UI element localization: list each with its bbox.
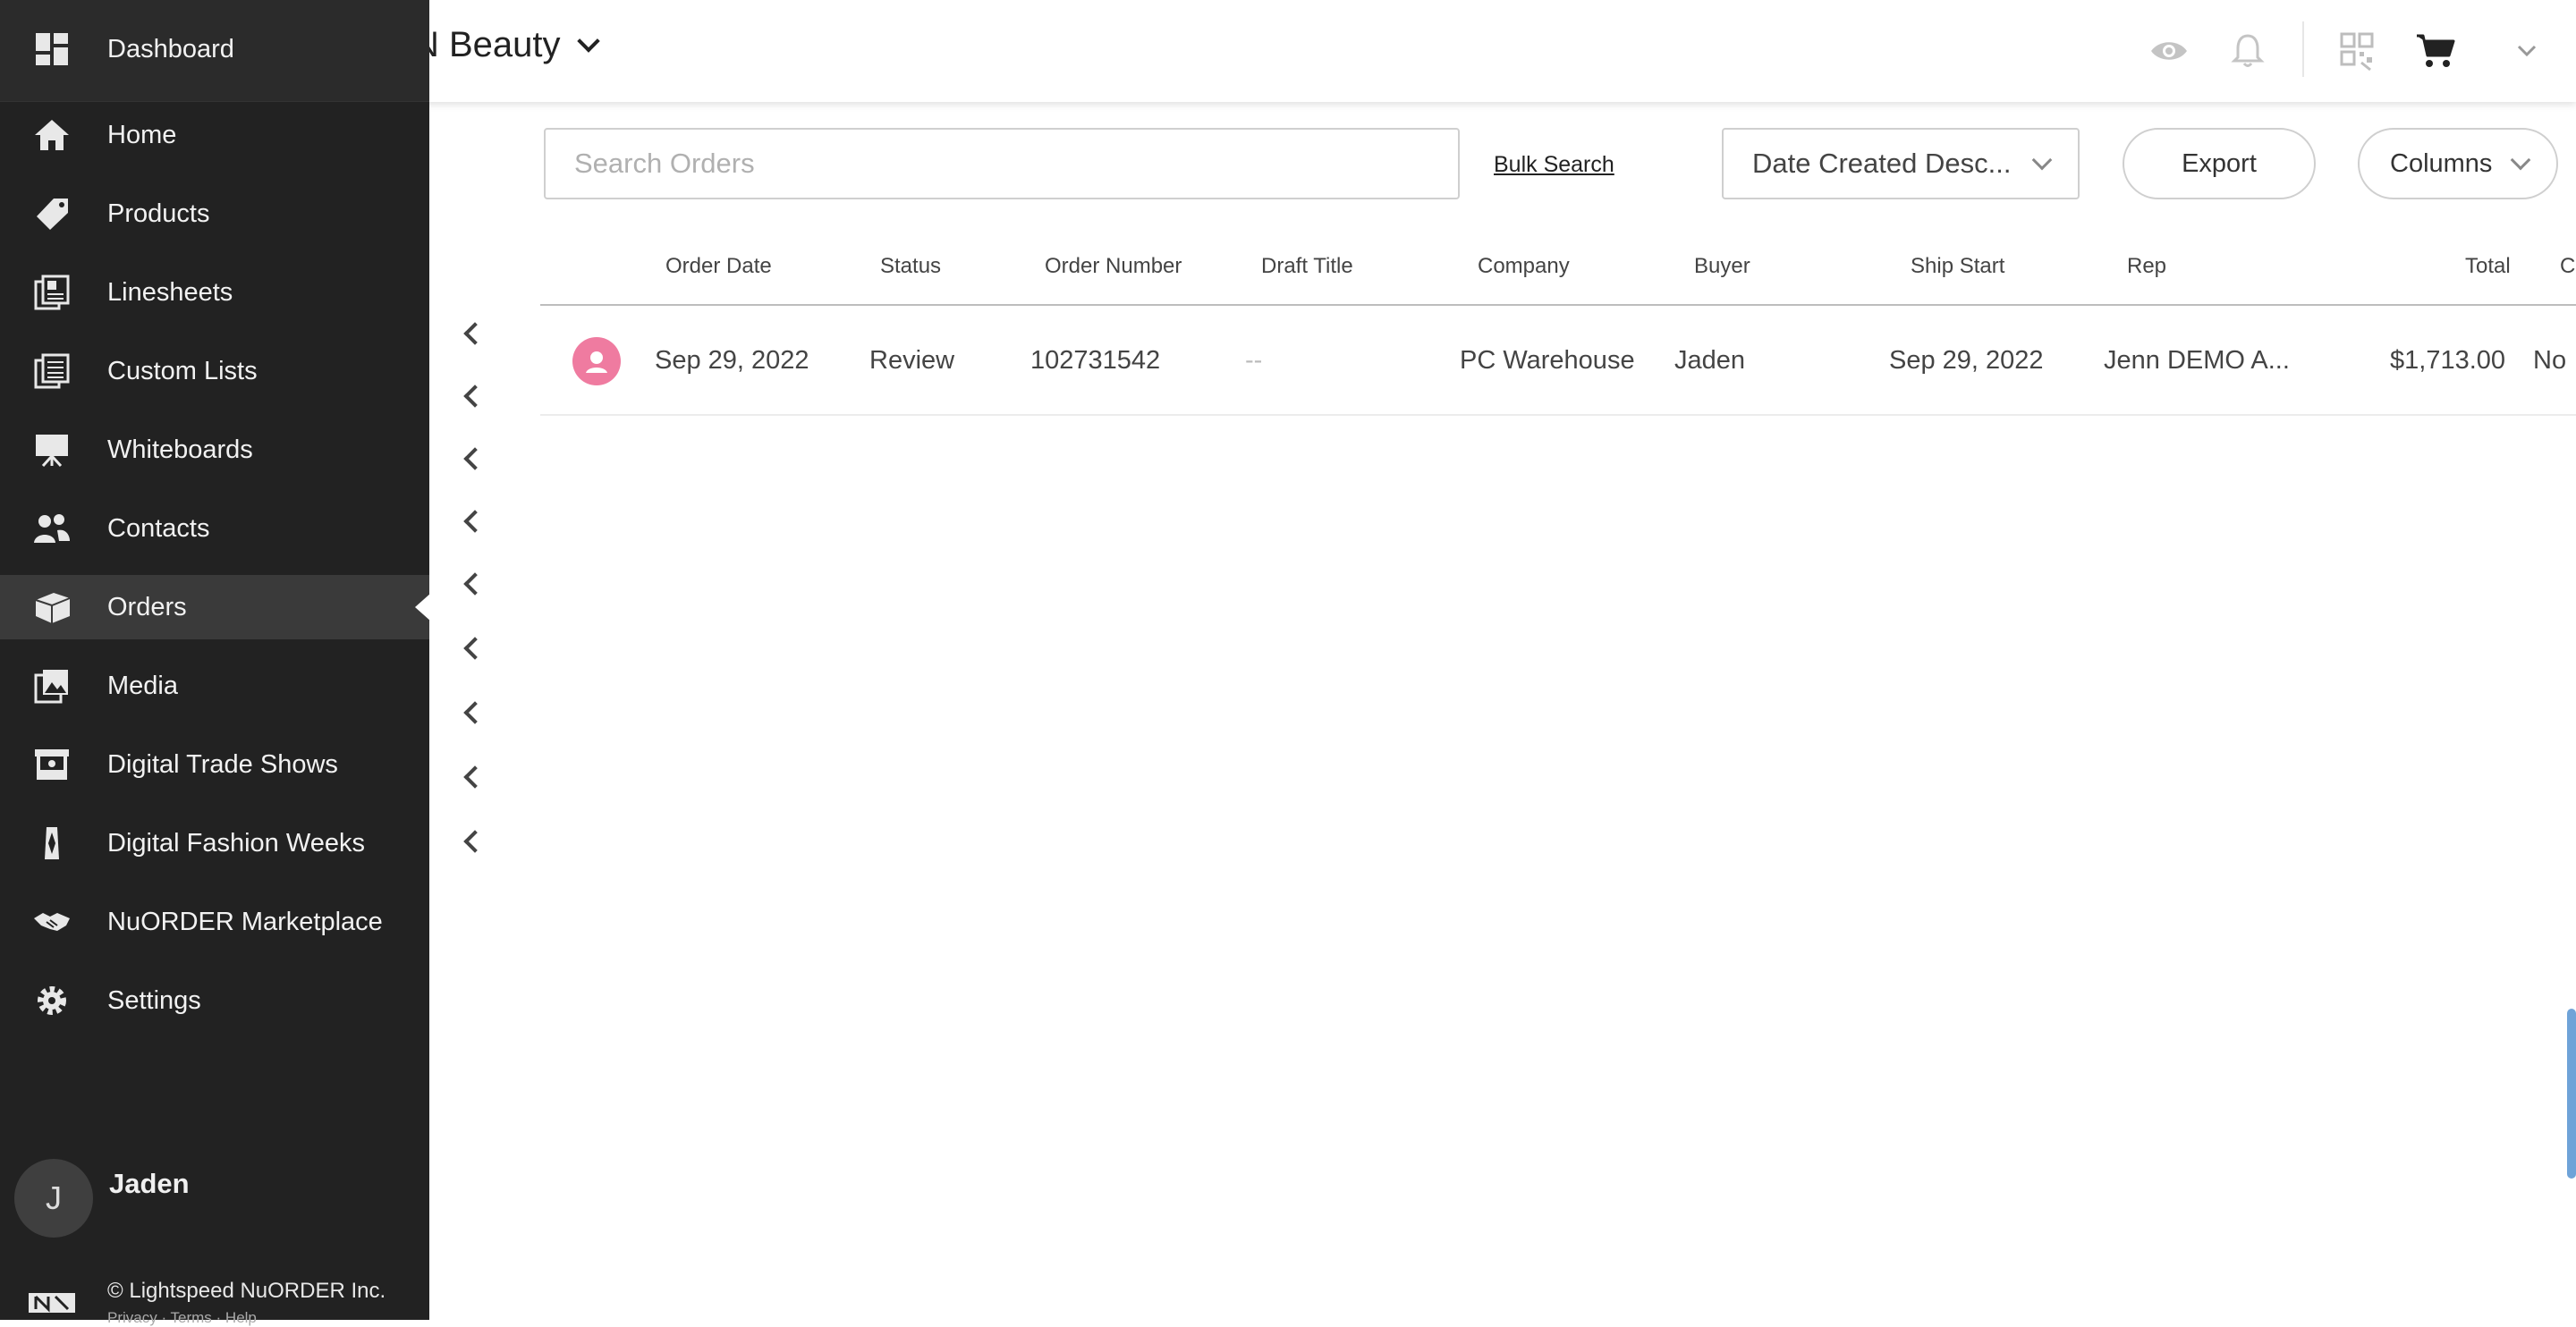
handshake-icon [34,913,70,931]
sidebar-item-label: Custom Lists [107,356,258,385]
sidebar-item-label: Settings [107,985,201,1015]
home-icon [35,120,69,150]
column-header-draft-title[interactable]: Draft Title [1261,254,1353,279]
copyright-text: © Lightspeed NuORDER Inc. [107,1279,386,1303]
sidebar-item-nuorder-marketplace[interactable]: NuORDER Marketplace [0,890,429,954]
contacts-icon [34,514,70,543]
sidebar-item-linesheets[interactable]: Linesheets [0,260,429,325]
linesheet-icon [34,275,70,310]
chevron-left-icon[interactable] [463,830,487,853]
sidebar-item-label: Contacts [107,513,210,543]
cell-ship-start: Sep 29, 2022 [1889,346,2044,375]
box-icon [35,593,71,623]
chevron-down-icon[interactable] [576,29,600,53]
sidebar-item-label: Media [107,671,178,700]
columns-button[interactable]: Columns [2358,128,2558,199]
sidebar-item-custom-lists[interactable]: Custom Lists [0,339,429,403]
sidebar-item-dashboard[interactable]: Dashboard [0,17,429,81]
sidebar-item-label: Home [107,120,177,149]
chevron-down-icon [2510,149,2531,171]
columns-label: Columns [2390,148,2493,178]
chevron-left-icon[interactable] [463,701,487,724]
cell-extra: No [2533,346,2567,375]
column-header-total[interactable]: Total [2465,254,2511,279]
cell-total: $1,713.00 [2390,346,2506,375]
bulk-search-link[interactable]: Bulk Search [1494,152,1614,178]
account-chevron-down-icon[interactable] [2506,30,2547,72]
sidebar-item-label: Dashboard [107,34,234,63]
media-icon [34,670,68,704]
tag-icon [37,199,68,230]
user-icon [586,351,607,373]
scrollbar-thumb[interactable] [2567,1009,2576,1179]
cell-rep: Jenn DEMO A... [2104,346,2290,375]
cell-order-date: Sep 29, 2022 [655,346,809,375]
chevron-left-icon[interactable] [463,447,487,470]
orders-table-header: Order Date Status Order Number Draft Tit… [540,240,2576,306]
cell-status: Review [869,346,955,375]
nuorder-logo-icon [29,1293,75,1313]
user-name[interactable]: Jaden [109,1168,190,1200]
eye-icon[interactable] [2148,30,2190,72]
chevron-left-icon[interactable] [463,637,487,660]
sidebar-item-products[interactable]: Products [0,182,429,246]
dress-icon [45,827,59,859]
sidebar-item-home[interactable]: Home [0,103,429,167]
legal-links[interactable]: Privacy · Terms · Help [107,1309,257,1327]
sidebar-item-digital-trade-shows[interactable]: Digital Trade Shows [0,732,429,797]
sidebar-item-label: Whiteboards [107,435,253,464]
column-header-order-date[interactable]: Order Date [665,254,772,279]
cell-order-number[interactable]: 102731542 [1030,346,1160,376]
export-button[interactable]: Export [2123,128,2316,199]
sort-select-value: Date Created Desc... [1752,148,2012,179]
chevron-left-icon[interactable] [463,510,487,533]
column-header-order-number[interactable]: Order Number [1045,254,1182,279]
buyer-avatar [572,337,621,385]
sidebar-item-label: NuORDER Marketplace [107,907,383,936]
column-header-buyer[interactable]: Buyer [1694,254,1750,279]
user-avatar[interactable]: J [14,1159,93,1238]
chevron-left-icon[interactable] [463,765,487,789]
sidebar-item-contacts[interactable]: Contacts [0,496,429,561]
cell-buyer: Jaden [1674,346,1746,375]
cell-draft-title: -- [1245,346,1263,375]
search-input[interactable] [544,128,1460,199]
sidebar: Dashboard Home Products Linesheets Custo… [0,0,429,1326]
sort-select[interactable]: Date Created Desc... [1722,128,2080,199]
sidebar-item-whiteboards[interactable]: Whiteboards [0,418,429,482]
column-header-status[interactable]: Status [880,254,941,279]
chevron-left-icon[interactable] [463,572,487,596]
sidebar-item-label: Linesheets [107,277,233,307]
column-header-company[interactable]: Company [1478,254,1570,279]
table-row[interactable]: Sep 29, 2022 Review 102731542 -- PC Ware… [540,307,2576,416]
sidebar-item-label: Orders [107,592,187,621]
sidebar-item-digital-fashion-weeks[interactable]: Digital Fashion Weeks [0,811,429,875]
chevron-down-icon [2031,149,2053,171]
column-header-truncated[interactable]: C [2560,254,2575,279]
sidebar-item-settings[interactable]: Settings [0,968,429,1033]
sidebar-item-label: Products [107,199,210,228]
gear-icon [38,986,66,1015]
chevron-left-icon[interactable] [463,322,487,345]
column-header-rep[interactable]: Rep [2127,254,2166,279]
chevron-left-icon[interactable] [463,385,487,408]
sidebar-item-label: Digital Trade Shows [107,749,338,779]
column-header-ship-start[interactable]: Ship Start [1911,254,2004,279]
cart-icon[interactable] [2415,30,2456,72]
qr-code-icon[interactable] [2336,30,2377,72]
booth-icon [35,749,69,780]
list-icon [34,353,70,389]
sidebar-item-orders[interactable]: Orders [0,575,429,639]
brand-name[interactable]: N Beauty [413,25,561,65]
brand-switcher[interactable]: N Beauty [413,25,600,65]
header-divider [2302,21,2304,77]
easel-icon [36,435,68,468]
sidebar-item-label: Digital Fashion Weeks [107,828,365,858]
active-item-indicator [415,593,431,621]
sidebar-item-media[interactable]: Media [0,654,429,718]
cell-company: PC Warehouse [1460,346,1635,375]
dashboard-icon [36,33,68,65]
bell-icon[interactable] [2227,30,2268,72]
